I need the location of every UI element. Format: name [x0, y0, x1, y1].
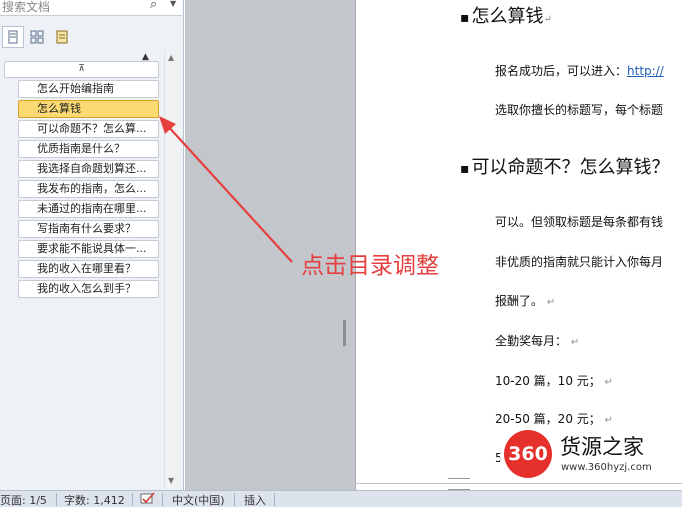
status-separator — [274, 493, 275, 506]
watermark-badge: 360 — [504, 430, 552, 478]
heading-bullet-icon: ▪ — [460, 161, 470, 177]
collapse-all-button[interactable]: ⊼ — [4, 61, 159, 78]
watermark-logo: 360 货源之家 www.360hyzj.com — [500, 425, 682, 483]
scroll-up-icon[interactable]: ▲ — [168, 53, 174, 62]
heading-item-selected[interactable]: 怎么算钱 — [18, 100, 159, 118]
status-separator — [56, 493, 57, 506]
document-canvas-background — [185, 0, 355, 490]
document-page[interactable]: ▪ 怎么算钱↵ 报名成功后，可以进入：http:// 选取你擅长的标题写，每个标题… — [355, 0, 682, 490]
heading-item[interactable]: 我发布的指南，怎么... — [18, 180, 159, 198]
insert-mode-indicator[interactable]: 插入 — [244, 492, 266, 507]
tab-pages-view[interactable] — [26, 26, 48, 48]
page-count[interactable]: 页面: 1/5 — [0, 492, 47, 507]
headings-list: ⊼ 怎么开始编指南 怎么算钱 可以命题不？怎么算... 优质指南是什么？ 我选择… — [0, 50, 164, 488]
paragraph-line: 10-20 篇，10 元； ↵ — [495, 374, 613, 388]
search-placeholder: 搜索文档 — [2, 0, 51, 14]
watermark-url: www.360hyzj.com — [561, 462, 652, 473]
language-indicator[interactable]: 中文(中国) — [172, 492, 225, 507]
status-separator — [132, 493, 133, 506]
status-separator — [234, 493, 235, 506]
paragraph-line: 选取你擅长的标题写，每个标题 — [495, 103, 664, 117]
heading-item[interactable]: 怎么开始编指南 — [18, 80, 159, 98]
status-bar: 页面: 1/5 字数: 1,412 中文(中国) 插入 — [0, 490, 682, 507]
paragraph-line: 报酬了。 ↵ — [495, 294, 556, 308]
heading-item[interactable]: 要求能不能说具体一... — [18, 240, 159, 258]
scroll-down-icon[interactable]: ▼ — [168, 476, 174, 485]
view-tabs: ▲ ▼ — [0, 24, 182, 62]
search-dropdown-icon[interactable]: ▼ — [170, 0, 176, 8]
paragraph-line: 非优质的指南就只能计入你每月 — [495, 255, 664, 269]
navigation-pane: 搜索文档 ⌕ ▼ ▲ ▼ — [0, 0, 184, 490]
word-count[interactable]: 字数: 1,412 — [64, 492, 125, 507]
status-separator — [162, 493, 163, 506]
paragraph-line: 报名成功后，可以进入：http:// — [495, 64, 664, 78]
heading-item[interactable]: 我的收入怎么到手？ — [18, 280, 159, 298]
heading-1: ▪ 怎么算钱↵ — [460, 6, 552, 27]
heading-2: ▪ 可以命题不？怎么算钱？ — [460, 157, 670, 178]
tab-results-view[interactable] — [51, 26, 73, 48]
heading-item[interactable]: 写指南有什么要求？ — [18, 220, 159, 238]
heading-item[interactable]: 未通过的指南在哪里... — [18, 200, 159, 218]
annotation-text: 点击目录调整 — [301, 253, 439, 279]
signup-link[interactable]: http:// — [627, 64, 664, 78]
search-document-field[interactable]: 搜索文档 ⌕ ▼ — [0, 0, 182, 16]
search-icon[interactable]: ⌕ — [150, 0, 157, 12]
document-headings-icon — [8, 30, 18, 44]
results-list-icon — [56, 30, 68, 44]
paragraph-line: 全勤奖每月： ↵ — [495, 334, 580, 348]
proofing-icon[interactable] — [140, 492, 156, 506]
nav-scrollbar[interactable]: ▲ ▼ — [164, 50, 180, 488]
page-bottom-border — [355, 483, 682, 484]
paragraph-line: 可以。但领取标题是每条都有钱 — [495, 215, 664, 229]
watermark-title: 货源之家 — [560, 435, 644, 459]
page-break-marker — [448, 478, 470, 490]
heading-item[interactable]: 我的收入在哪里看？ — [18, 260, 159, 278]
split-handle[interactable] — [343, 320, 346, 346]
heading-bullet-icon: ▪ — [460, 10, 470, 26]
heading-item[interactable]: 我选择自命题划算还... — [18, 160, 159, 178]
thumbnails-icon — [30, 30, 44, 44]
heading-item[interactable]: 优质指南是什么？ — [18, 140, 159, 158]
tab-headings-view[interactable] — [2, 26, 24, 48]
heading-item[interactable]: 可以命题不？怎么算... — [18, 120, 159, 138]
